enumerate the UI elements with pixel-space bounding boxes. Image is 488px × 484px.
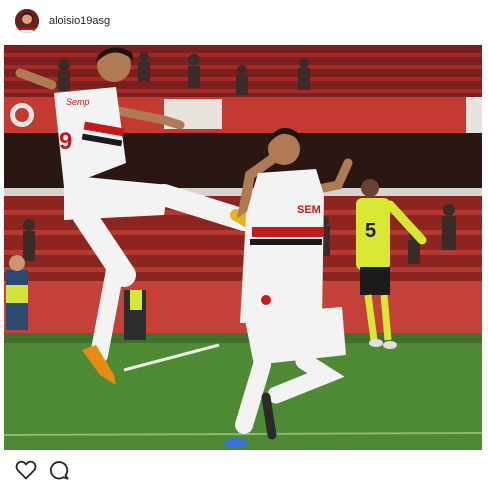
post-photo[interactable]: 5 9 Semp SEM bbox=[4, 45, 482, 450]
post-actions bbox=[15, 459, 70, 481]
instagram-post-card: aloisio19asg 5 9 Semp SEM bbox=[0, 0, 488, 484]
heart-icon bbox=[15, 460, 37, 480]
post-header: aloisio19asg bbox=[15, 8, 110, 34]
avatar[interactable] bbox=[15, 9, 39, 33]
comment-icon bbox=[49, 461, 69, 480]
like-button[interactable] bbox=[15, 459, 37, 481]
player-left-number: 9 bbox=[59, 128, 72, 155]
player-left-sponsor: Semp bbox=[66, 97, 90, 107]
player-right-sponsor: SEM bbox=[297, 204, 321, 216]
keeper-number: 5 bbox=[365, 220, 376, 242]
comment-button[interactable] bbox=[48, 459, 70, 481]
username[interactable]: aloisio19asg bbox=[49, 15, 110, 27]
